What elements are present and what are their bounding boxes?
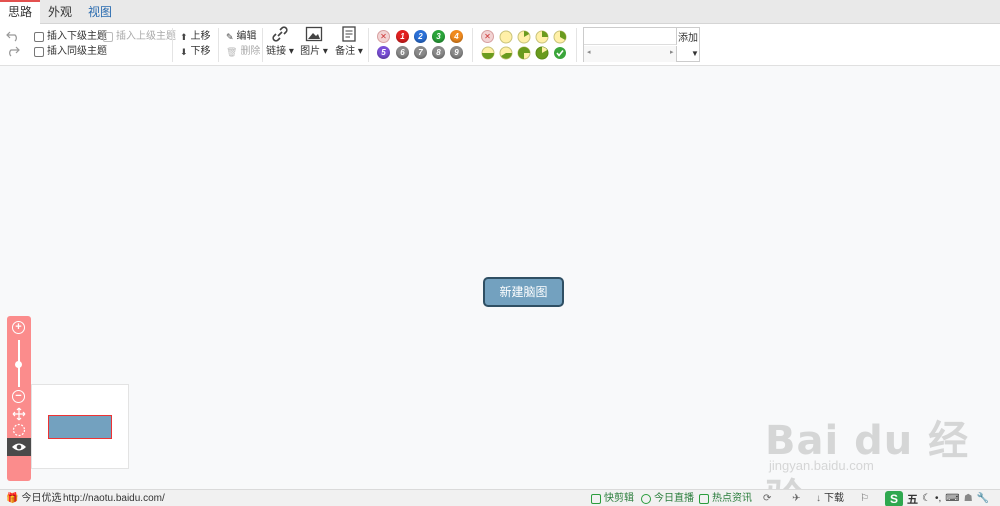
scroll-left-icon[interactable]: ◂ [587,48,591,56]
priority-remove-icon[interactable]: ✕ [377,30,390,43]
eye-icon [12,443,26,451]
progress-2-icon[interactable] [535,30,549,44]
progress-5-icon[interactable] [499,46,513,60]
status-url: http://naotu.baidu.com/ [63,493,165,504]
arrow-down-icon: ⬇ [180,47,188,57]
priority-7-icon[interactable]: 7 [414,46,427,59]
tag-dropdown-icon[interactable]: ▼ [691,49,699,58]
tag-input[interactable] [584,28,677,45]
priority-5-icon[interactable]: 5 [377,46,390,59]
moon-icon[interactable]: ☾ [922,493,931,504]
move-down-button[interactable]: ⬇ 下移 [180,45,211,59]
priority-1-icon[interactable]: 1 [396,30,409,43]
watermark-url: jingyan.baidu.com [769,458,874,473]
hot-news-link[interactable]: 热点资讯 [699,492,752,505]
progress-remove-icon[interactable]: ✕ [481,30,494,43]
tab-idea[interactable]: 思路 [0,0,40,25]
progress-3-icon[interactable] [553,30,567,44]
root-node[interactable]: 新建脑图 [483,277,564,307]
insert-sibling-icon [34,47,44,57]
quick-clip-link[interactable]: 快剪辑 [591,492,634,505]
locate-icon[interactable] [12,423,26,437]
insert-child-icon [34,32,44,42]
move-up-button[interactable]: ⬆ 上移 [180,30,211,44]
note-button[interactable]: 备注 ▾ [334,26,364,57]
priority-2-icon[interactable]: 2 [414,30,427,43]
progress-7-icon[interactable] [535,46,549,60]
user-icon[interactable]: ☗ [964,493,973,504]
flag-icon[interactable]: ⚐ [860,492,869,505]
insert-child-button[interactable]: 插入下级主题 [34,30,107,44]
scroll-right-icon[interactable]: ▸ [670,48,674,56]
priority-4-icon[interactable]: 4 [450,30,463,43]
link-button[interactable]: 链接 ▾ [265,26,295,57]
today-pick-link[interactable]: 🎁 今日优选 [6,492,61,505]
zoom-slider-handle[interactable] [15,361,22,368]
redo-icon[interactable] [6,45,20,57]
move-icon[interactable] [12,407,26,421]
pin-icon[interactable]: ✈ [792,492,800,505]
tag-scrollbar[interactable]: ◂ ▸ [584,46,677,62]
sogou-icon[interactable]: S [885,490,903,506]
edit-icon: ✎ [226,32,234,42]
tag-box: 添加 ◂ ▸ ▼ [583,27,700,62]
status-bar: 🎁 今日优选 http://naotu.baidu.com/ 快剪辑 今日直播 … [0,489,1000,506]
live-link[interactable]: 今日直播 [641,492,694,505]
zoom-panel: + − [7,316,31,481]
refresh-icon[interactable]: ⟳ [763,492,771,505]
undo-icon[interactable] [6,30,20,42]
insert-parent-icon [103,32,113,42]
baidu-watermark: Bai du 经验 jingyan.baidu.com [765,400,995,506]
delete-button[interactable]: 🗑 删除 [226,45,260,59]
arrow-up-icon: ⬆ [180,32,188,42]
trash-icon: 🗑 [226,47,238,57]
ime-toolbar[interactable]: S 五 ☾ •, ⌨ ☗ 🔧 [885,490,989,506]
download-link[interactable]: ↓ 下载 [816,492,844,505]
progress-6-icon[interactable] [517,46,531,60]
download-icon: ↓ [816,493,821,504]
progress-4-icon[interactable] [481,46,495,60]
tag-add-button[interactable]: 添加 [678,29,698,44]
priority-9-icon[interactable]: 9 [450,46,463,59]
insert-parent-button[interactable]: 插入上级主题 [103,30,176,44]
priority-6-icon[interactable]: 6 [396,46,409,59]
wrench-icon[interactable]: 🔧 [977,493,989,504]
play-icon [591,493,601,504]
progress-1-icon[interactable] [517,30,531,44]
edit-button[interactable]: ✎ 编辑 [226,30,257,44]
zoom-out-icon[interactable]: − [12,390,25,403]
ime-mode[interactable]: 五 [907,491,918,506]
tab-view[interactable]: 视图 [80,0,120,24]
minimap[interactable] [31,384,129,469]
tab-bar: 思路 外观 视图 [0,0,1000,25]
link-icon [272,26,288,42]
note-icon [342,26,356,42]
news-icon [699,493,709,504]
zoom-in-icon[interactable]: + [12,321,25,334]
navigator-toggle[interactable] [7,438,31,456]
minimap-root-node [48,415,112,439]
toolbar: 插入下级主题 插入上级主题 插入同级主题 ⬆ 上移 ⬇ 下移 ✎ 编辑 🗑 删除… [0,24,1000,66]
priority-8-icon[interactable]: 8 [432,46,445,59]
progress-0-icon[interactable] [499,30,513,44]
progress-done-icon[interactable] [553,46,567,60]
priority-3-icon[interactable]: 3 [432,30,445,43]
keyboard-icon[interactable]: ⌨ [945,493,959,504]
image-icon [305,26,323,42]
punct-icon[interactable]: •, [935,493,941,504]
image-button[interactable]: 图片 ▾ [299,26,329,57]
tab-appearance[interactable]: 外观 [40,0,80,24]
live-icon [641,493,651,504]
gift-icon: 🎁 [6,493,19,504]
insert-sibling-button[interactable]: 插入同级主题 [34,45,107,59]
